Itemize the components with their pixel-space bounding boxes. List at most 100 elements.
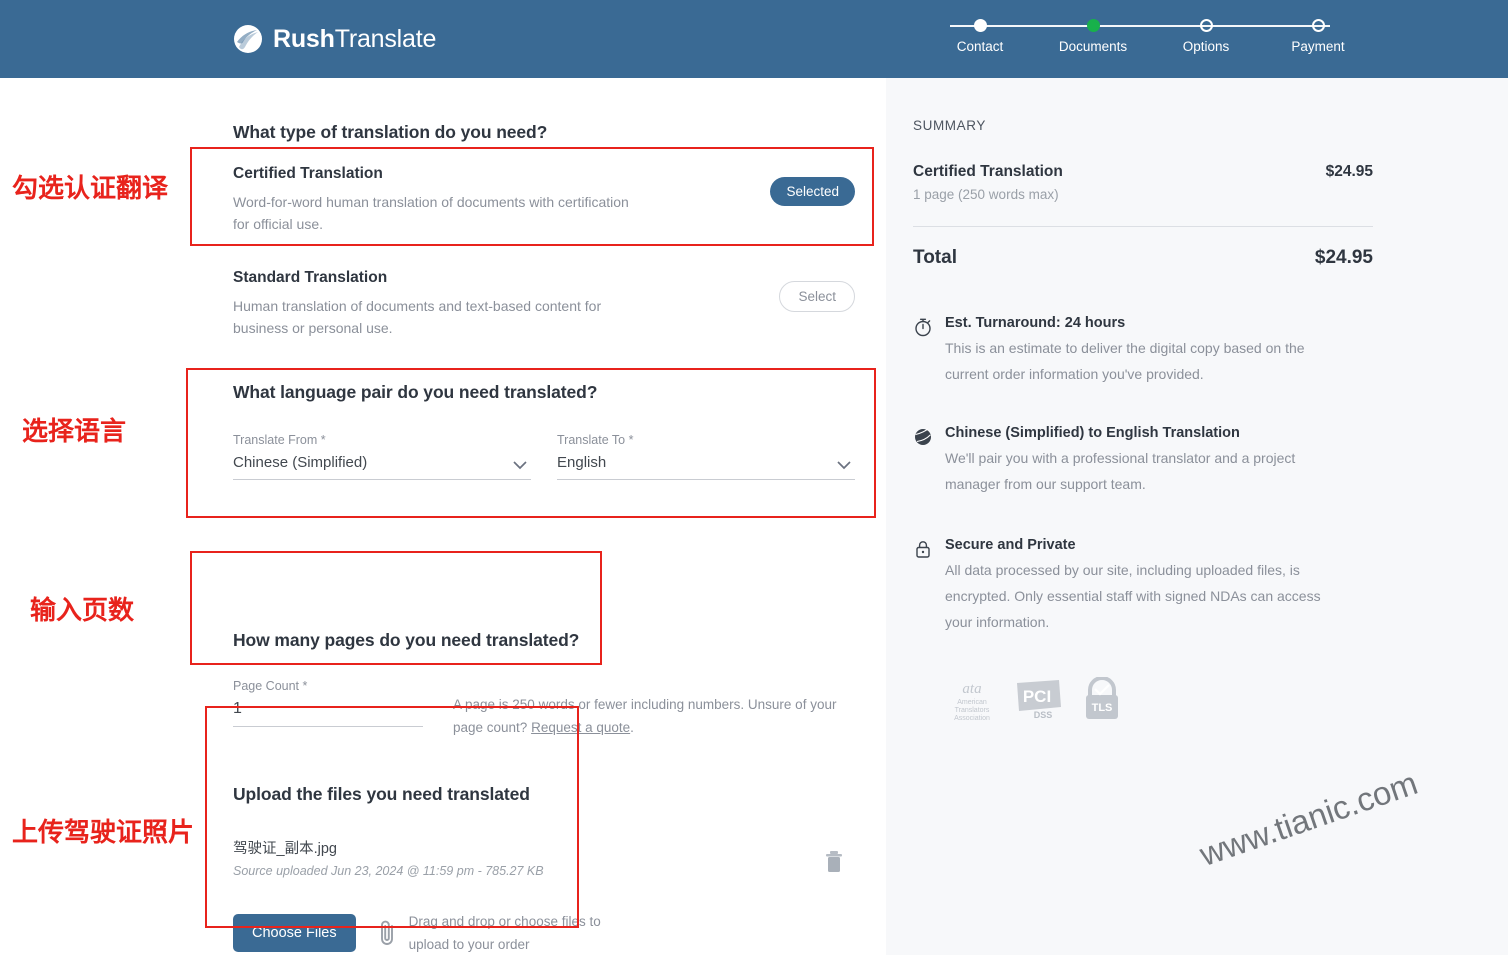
step-contact-dot (973, 19, 987, 32)
info-language-title: Chinese (Simplified) to English Translat… (945, 425, 1240, 441)
svg-text:TLS: TLS (1092, 702, 1113, 714)
info-security-title: Secure and Private (945, 537, 1076, 553)
option-certified-desc: Word-for-word human translation of docum… (233, 194, 629, 232)
svg-text:DSS: DSS (1034, 710, 1053, 720)
summary-item-price: $24.95 (1325, 163, 1373, 180)
translate-to-field: Translate To * English (557, 433, 855, 480)
summary-divider (913, 226, 1373, 227)
svg-text:ata: ata (962, 681, 981, 697)
step-payment[interactable]: Payment (1258, 14, 1378, 54)
annotation-select-certified: 勾选认证翻译 (12, 174, 169, 204)
annotation-upload-license: 上传驾驶证照片 (12, 818, 195, 848)
svg-text:American: American (957, 699, 987, 706)
globe-icon (915, 428, 931, 445)
svg-text:Association: Association (954, 715, 990, 721)
translation-type-question: What type of translation do you need? (233, 122, 548, 142)
annotation-choose-language: 选择语言 (22, 417, 127, 447)
info-turnaround-desc: This is an estimate to deliver the digit… (945, 340, 1305, 382)
lock-icon (916, 541, 930, 558)
info-security: Secure and Private All data processed by… (913, 537, 1373, 635)
page-count-section: How many pages do you need translated? P… (233, 630, 855, 739)
summary-item-sub: 1 page (250 words max) (913, 187, 1059, 202)
step-payment-label: Payment (1291, 39, 1345, 54)
option-certified-body: Certified Translation Word-for-word huma… (233, 165, 770, 235)
uploaded-file-meta: Source uploaded Jun 23, 2024 @ 11:59 pm … (233, 864, 544, 878)
page-count-question: How many pages do you need translated? (233, 630, 580, 650)
language-pair-section: What language pair do you need translate… (233, 382, 855, 480)
summary-item-name: Certified Translation (913, 163, 1063, 180)
language-pair-question: What language pair do you need translate… (233, 382, 598, 402)
language-fields: Translate From * Chinese (Simplified) Tr… (233, 433, 855, 480)
page-count-help-tail: . (630, 720, 634, 735)
summary-total-value: $24.95 (1314, 247, 1373, 268)
step-documents-dot (1086, 19, 1100, 32)
page-count-help-text: A page is 250 words or fewer including n… (453, 697, 837, 735)
step-options-dot (1199, 19, 1213, 32)
trash-icon (826, 851, 842, 872)
info-turnaround-body: Est. Turnaround: 24 hours This is an est… (945, 315, 1337, 387)
summary-total-row: Total $24.95 (913, 247, 1373, 269)
step-contact[interactable]: Contact (920, 14, 1040, 54)
brand-name-bold: Rush (273, 25, 335, 53)
summary-panel: SUMMARY Certified Translation 1 page (25… (913, 118, 1373, 721)
paperclip-icon (380, 920, 393, 945)
summary-item: Certified Translation 1 page (250 words … (913, 163, 1373, 202)
option-standard-name: Standard Translation (233, 269, 388, 286)
page-count-field: Page Count * (233, 679, 423, 727)
site-header: RushTranslate Contact Documents Options … (0, 0, 1508, 78)
step-options-label: Options (1182, 39, 1230, 54)
info-security-desc: All data processed by our site, includin… (945, 562, 1321, 630)
step-options[interactable]: Options (1146, 14, 1266, 54)
progress-steps: Contact Documents Options Payment (920, 14, 1360, 64)
step-documents[interactable]: Documents (1033, 14, 1153, 54)
page-count-row: Page Count * A page is 250 words or fewe… (233, 679, 855, 739)
ata-badge-icon: ata American Translators Association (954, 681, 990, 721)
option-standard-body: Standard Translation Human translation o… (233, 269, 779, 339)
annotation-enter-pages: 输入页数 (30, 596, 135, 626)
translate-from-field: Translate From * Chinese (Simplified) (233, 433, 531, 480)
brand-logo[interactable]: RushTranslate (233, 24, 436, 54)
brand-name-light: Translate (334, 25, 437, 53)
summary-column: SUMMARY Certified Translation 1 page (25… (886, 78, 1508, 955)
translate-to-label: Translate To * (557, 433, 634, 447)
stopwatch-icon (915, 318, 931, 337)
brand-name: RushTranslate (273, 24, 436, 54)
summary-total-label: Total (913, 247, 957, 268)
page-count-label: Page Count * (233, 679, 308, 693)
info-security-body: Secure and Private All data processed by… (945, 537, 1337, 635)
pci-dss-badge-icon: PCI DSS (1017, 680, 1061, 720)
svg-text:PCI: PCI (1023, 687, 1051, 706)
info-turnaround: Est. Turnaround: 24 hours This is an est… (913, 315, 1373, 387)
uploaded-file-info: 驾驶证_副本.jpg Source uploaded Jun 23, 2024 … (233, 837, 823, 878)
drop-zone-text: Drag and drop or choose files to upload … (408, 914, 601, 952)
step-contact-label: Contact (956, 39, 1004, 54)
upload-question: Upload the files you need translated (233, 784, 530, 804)
page-count-help: A page is 250 words or fewer including n… (453, 679, 843, 739)
option-standard-translation[interactable]: Standard Translation Human translation o… (233, 245, 855, 349)
translate-from-select[interactable]: Chinese (Simplified) (233, 454, 531, 480)
info-turnaround-title: Est. Turnaround: 24 hours (945, 315, 1126, 331)
page-root: RushTranslate Contact Documents Options … (0, 0, 1508, 955)
tls-badge-icon: TLS (1086, 677, 1118, 719)
svg-text:Translators: Translators (955, 707, 990, 714)
request-a-quote-link[interactable]: Request a quote (531, 720, 630, 735)
step-payment-dot (1311, 19, 1325, 32)
choose-files-button[interactable]: Choose Files (233, 914, 356, 952)
option-certified-name: Certified Translation (233, 165, 383, 182)
translate-to-select[interactable]: English (557, 454, 855, 480)
globe-swirl-icon (234, 25, 262, 53)
standard-select-button[interactable]: Select (779, 281, 855, 312)
uploaded-file-name[interactable]: 驾驶证_副本.jpg (233, 837, 823, 858)
option-certified-translation[interactable]: Certified Translation Word-for-word huma… (233, 143, 855, 245)
delete-file-button[interactable] (823, 849, 845, 875)
upload-controls: Choose Files Drag and drop or choose fil… (233, 910, 855, 955)
translate-from-label: Translate From * (233, 433, 326, 447)
step-documents-label: Documents (1058, 39, 1128, 54)
certified-selected-button[interactable]: Selected (770, 177, 855, 206)
uploaded-file-row: 驾驶证_副本.jpg Source uploaded Jun 23, 2024 … (233, 837, 855, 878)
option-standard-desc: Human translation of documents and text-… (233, 298, 602, 336)
summary-item-left: Certified Translation 1 page (250 words … (913, 163, 1063, 202)
upload-section: Upload the files you need translated 驾驶证… (233, 784, 855, 955)
page-count-input[interactable] (233, 700, 423, 727)
info-language: Chinese (Simplified) to English Translat… (913, 425, 1373, 497)
